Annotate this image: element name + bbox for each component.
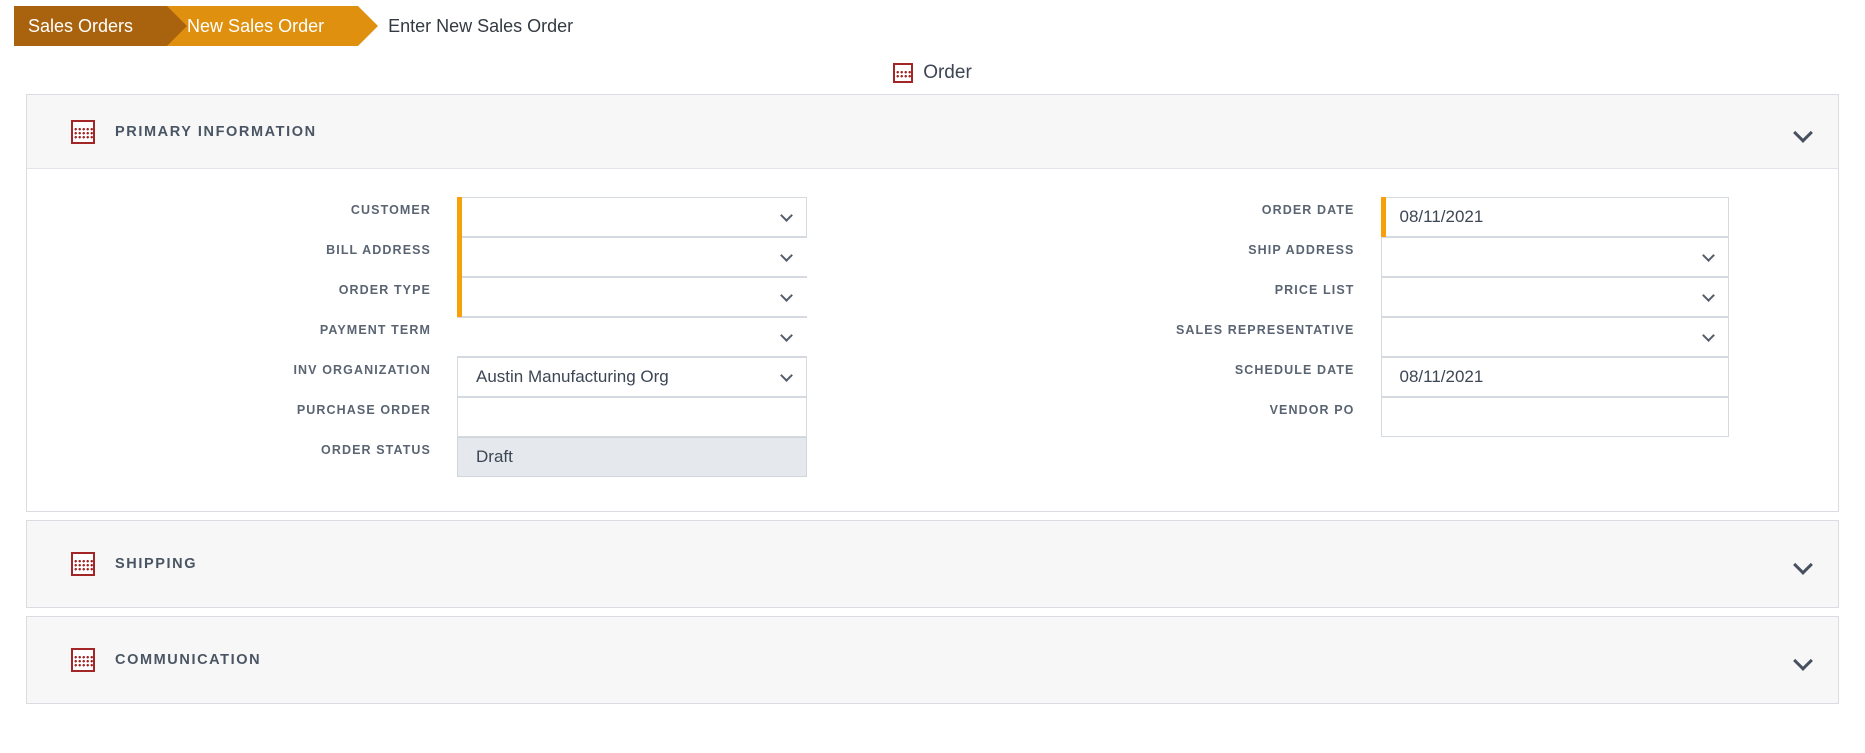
field-label: ORDER TYPE xyxy=(338,283,431,297)
field-label: ORDER DATE xyxy=(1261,203,1355,217)
field-order-status: ORDER STATUS Draft xyxy=(27,437,933,477)
required-indicator xyxy=(457,237,462,277)
field-schedule-date: SCHEDULE DATE 08/11/2021 xyxy=(933,357,1839,397)
field-price-list: PRICE LIST xyxy=(933,277,1839,317)
breadcrumb-item-sales-orders[interactable]: Sales Orders xyxy=(14,6,188,46)
field-order-date: ORDER DATE 08/11/2021 xyxy=(933,197,1839,237)
price-list-select[interactable] xyxy=(1380,277,1729,317)
field-customer: CUSTOMER xyxy=(27,197,933,237)
field-label: PRICE LIST xyxy=(1274,283,1355,297)
section-header-primary-information[interactable]: PRIMARY INFORMATION xyxy=(27,95,1838,169)
purchase-order-value xyxy=(457,397,807,437)
schedule-date-value: 08/11/2021 xyxy=(1380,357,1729,397)
order-date-input[interactable]: 08/11/2021 xyxy=(1380,197,1729,237)
breadcrumb: Sales Orders New Sales Order Enter New S… xyxy=(0,0,1865,52)
sales-representative-select[interactable] xyxy=(1380,317,1729,357)
section-header-communication[interactable]: COMMUNICATION xyxy=(27,617,1838,703)
form-column-left: CUSTOMER BILL ADDRESS ORDER TYPE PAYMENT… xyxy=(27,197,933,477)
breadcrumb-label: Sales Orders xyxy=(28,15,134,36)
breadcrumb-label: New Sales Order xyxy=(187,15,325,36)
required-indicator xyxy=(457,197,462,237)
required-indicator xyxy=(1380,197,1386,237)
field-label: VENDOR PO xyxy=(1269,403,1355,417)
section-header-shipping[interactable]: SHIPPING xyxy=(27,521,1838,607)
ship-address-value xyxy=(1380,237,1729,277)
sales-representative-value xyxy=(1380,317,1729,357)
field-label: ORDER STATUS xyxy=(321,443,431,457)
field-label: SALES REPRESENTATIVE xyxy=(1175,323,1355,337)
field-label: CUSTOMER xyxy=(350,203,431,217)
chevron-down-icon[interactable] xyxy=(1794,554,1814,574)
field-label: SHIP ADDRESS xyxy=(1248,243,1355,257)
bill-address-select[interactable] xyxy=(457,237,807,277)
chevron-down-icon[interactable] xyxy=(1794,650,1814,670)
order-status-field: Draft xyxy=(457,437,807,477)
field-label: PAYMENT TERM xyxy=(319,323,431,337)
chevron-down-icon[interactable] xyxy=(1794,122,1814,142)
primary-information-fields: CUSTOMER BILL ADDRESS ORDER TYPE PAYMENT… xyxy=(27,169,1838,511)
field-label: BILL ADDRESS xyxy=(326,243,431,257)
vendor-po-value xyxy=(1380,397,1729,437)
purchase-order-input[interactable] xyxy=(457,397,807,437)
form-column-right: ORDER DATE 08/11/2021 SHIP ADDRESS PRICE… xyxy=(933,197,1839,477)
grid-icon xyxy=(71,119,95,144)
grid-icon xyxy=(893,63,914,83)
ship-address-select[interactable] xyxy=(1380,237,1729,277)
bill-address-value xyxy=(457,237,807,277)
field-inv-organization: INV ORGANIZATION Austin Manufacturing Or… xyxy=(27,357,933,397)
section-title: PRIMARY INFORMATION xyxy=(115,123,317,140)
field-ship-address: SHIP ADDRESS xyxy=(933,237,1839,277)
field-label: PURCHASE ORDER xyxy=(296,403,431,417)
section-primary-information: PRIMARY INFORMATION CUSTOMER BILL ADDRES… xyxy=(26,94,1839,512)
inv-organization-value: Austin Manufacturing Org xyxy=(457,357,807,397)
payment-term-select[interactable] xyxy=(457,317,807,357)
order-type-value xyxy=(457,277,807,317)
price-list-value xyxy=(1380,277,1729,317)
field-label: INV ORGANIZATION xyxy=(293,363,431,377)
field-order-type: ORDER TYPE xyxy=(27,277,933,317)
tab-order[interactable]: Order xyxy=(893,62,972,84)
customer-select[interactable] xyxy=(457,197,807,237)
schedule-date-input[interactable]: 08/11/2021 xyxy=(1380,357,1729,397)
field-payment-term: PAYMENT TERM xyxy=(27,317,933,357)
grid-icon xyxy=(71,552,95,576)
field-vendor-po: VENDOR PO xyxy=(933,397,1839,437)
tab-order-label: Order xyxy=(923,62,972,83)
order-status-value: Draft xyxy=(457,437,807,477)
page-title: Enter New Sales Order xyxy=(388,15,574,36)
field-purchase-order: PURCHASE ORDER xyxy=(27,397,933,437)
field-label: SCHEDULE DATE xyxy=(1234,363,1355,377)
tab-bar: Order xyxy=(0,52,1865,94)
field-bill-address: BILL ADDRESS xyxy=(27,237,933,277)
grid-icon xyxy=(71,648,95,672)
order-date-value: 08/11/2021 xyxy=(1380,197,1729,237)
customer-value xyxy=(457,197,807,237)
vendor-po-input[interactable] xyxy=(1380,397,1729,437)
section-communication: COMMUNICATION xyxy=(26,616,1839,704)
inv-organization-select[interactable]: Austin Manufacturing Org xyxy=(457,357,807,397)
section-title: COMMUNICATION xyxy=(115,652,262,668)
payment-term-value xyxy=(457,317,807,357)
section-shipping: SHIPPING xyxy=(26,520,1839,608)
order-type-select[interactable] xyxy=(457,277,807,317)
required-indicator xyxy=(457,277,462,317)
breadcrumb-item-new-sales-order[interactable]: New Sales Order xyxy=(157,6,379,46)
section-title: SHIPPING xyxy=(115,556,198,572)
field-sales-representative: SALES REPRESENTATIVE xyxy=(933,317,1839,357)
